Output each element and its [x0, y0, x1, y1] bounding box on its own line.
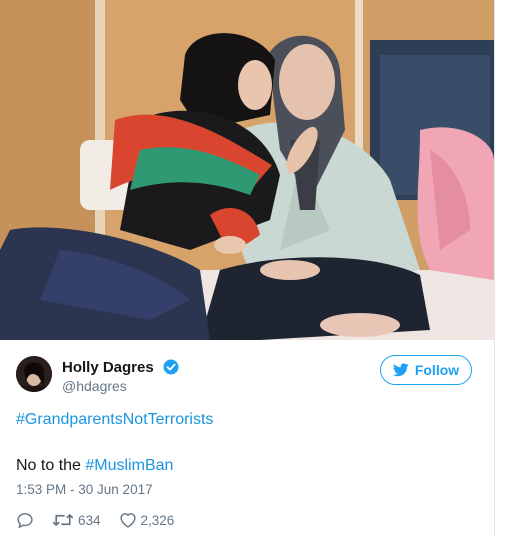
reply-button[interactable]: [16, 512, 34, 528]
verified-badge-icon: [163, 359, 179, 375]
tweet-hashtag-line: #GrandparentsNotTerrorists: [16, 411, 213, 429]
tweet-text-prefix: No to the: [16, 457, 86, 474]
reply-icon: [17, 513, 33, 528]
user-name[interactable]: Holly Dagres: [62, 359, 154, 376]
hashtag-link[interactable]: #GrandparentsNotTerrorists: [16, 411, 213, 428]
retweet-icon: [52, 514, 74, 526]
tweet-text: No to the #MuslimBan: [16, 457, 173, 475]
tweet-photo[interactable]: [0, 0, 494, 340]
tweet-card: Holly Dagres @hdagres Follow #Grandparen…: [0, 0, 494, 536]
card-border: [494, 0, 495, 536]
hashtag-link[interactable]: #MuslimBan: [85, 457, 173, 474]
like-count: 2,326: [140, 512, 175, 528]
retweet-count: 634: [78, 512, 101, 528]
follow-button[interactable]: Follow: [380, 355, 472, 385]
avatar[interactable]: [16, 356, 52, 392]
tweet-actions: 634 2,326: [16, 510, 192, 530]
avatar-image: [16, 356, 52, 392]
heart-icon: [119, 513, 136, 528]
follow-label: Follow: [414, 362, 460, 378]
photo-illustration: [0, 0, 494, 340]
user-handle[interactable]: @hdagres: [62, 378, 127, 394]
twitter-bird-icon: [392, 363, 409, 377]
retweet-button[interactable]: 634: [52, 512, 101, 528]
like-button[interactable]: 2,326: [119, 512, 175, 528]
tweet-timestamp[interactable]: 1:53 PM - 30 Jun 2017: [16, 482, 153, 497]
